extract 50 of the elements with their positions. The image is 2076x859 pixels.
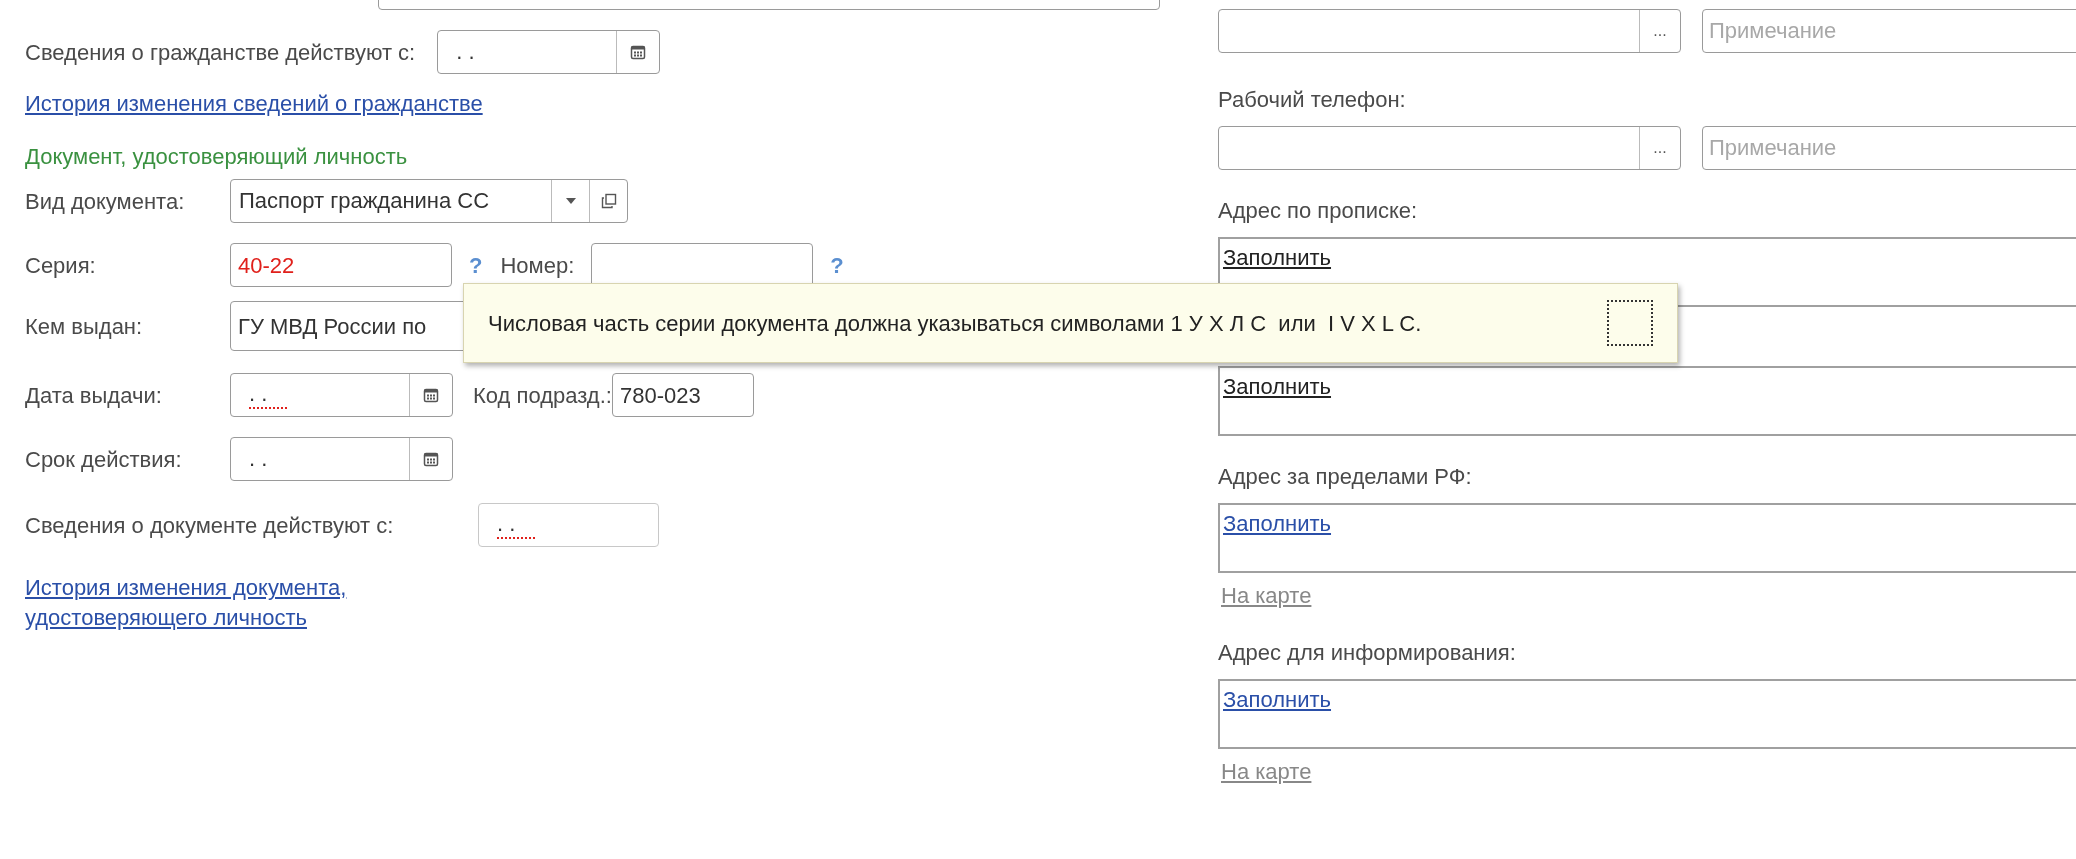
tooltip-text: Числовая часть серии документа должна указываться символами 1 У Х Л С или I V X L C. [488, 309, 1423, 338]
section-heading: Документ, удостоверяющий личность [25, 143, 409, 171]
date-field[interactable]: . . [437, 30, 661, 74]
caret-icon [565, 198, 576, 204]
date-field[interactable]: . . [230, 437, 453, 481]
field-label: Вид документа: [25, 187, 186, 216]
date-value: . . [249, 446, 269, 472]
series-value: 40-22 [238, 251, 295, 280]
fill-link[interactable]: Заполнить [1223, 511, 1331, 536]
phone-field[interactable]: ... [1218, 9, 1681, 53]
field-label: Адрес для информирования: [1218, 639, 1517, 667]
field-label: Дата выдачи: [25, 381, 163, 410]
department-code-field[interactable]: 780-023 [611, 373, 754, 417]
select-button[interactable]: ... [1639, 10, 1680, 52]
map-link[interactable]: На карте [1221, 755, 1312, 788]
field-label: Сведения о гражданстве действуют с: [25, 38, 416, 67]
field-label: Кем выдан: [25, 312, 144, 341]
field-label: Сведения о документе действуют с: [25, 511, 395, 540]
field-label: Срок действия: [25, 445, 183, 474]
map-link[interactable]: На карте [1221, 579, 1312, 612]
open-window-icon [600, 193, 617, 209]
department-code-value: 780-023 [619, 381, 701, 410]
fill-link[interactable]: Заполнить [1223, 687, 1331, 712]
calendar-icon [630, 44, 647, 60]
field-label: Рабочий телефон: [1218, 86, 1407, 114]
calendar-icon [423, 451, 439, 467]
issued-by-value: ГУ МВД России по [238, 312, 427, 341]
field-label: Адрес по прописке: [1218, 197, 1419, 225]
note-field[interactable]: Примечание [1702, 9, 2076, 53]
history-link[interactable]: История изменения сведений о гражданстве [25, 87, 483, 120]
field-label: Адрес за пределами РФ: [1218, 463, 1473, 491]
calendar-icon [423, 387, 439, 403]
series-field[interactable]: 40-22 [230, 243, 452, 287]
date-value: . . [456, 39, 476, 65]
select-value: Паспорт гражданина СС [238, 187, 491, 215]
date-field[interactable]: . . [478, 503, 659, 547]
field-label: Код подразд.: [473, 382, 612, 408]
field-label: Серия: [25, 251, 97, 280]
focus-box-icon [1607, 300, 1653, 346]
date-field[interactable]: . . [230, 373, 453, 417]
phone-field[interactable]: ... [1218, 126, 1681, 170]
select-button[interactable]: ... [1639, 127, 1680, 169]
fill-link[interactable]: Заполнить [1223, 245, 1331, 270]
fill-link[interactable]: Заполнить [1223, 374, 1331, 399]
note-field[interactable]: Примечание [1702, 126, 2076, 170]
field-label: Номер: [500, 252, 575, 278]
date-value: . . [249, 381, 288, 409]
document-type-select[interactable]: Паспорт гражданина СС [230, 179, 628, 223]
date-value: . . [497, 511, 536, 539]
history-link[interactable]: История изменения документа, удостоверяющего личность [25, 573, 425, 633]
